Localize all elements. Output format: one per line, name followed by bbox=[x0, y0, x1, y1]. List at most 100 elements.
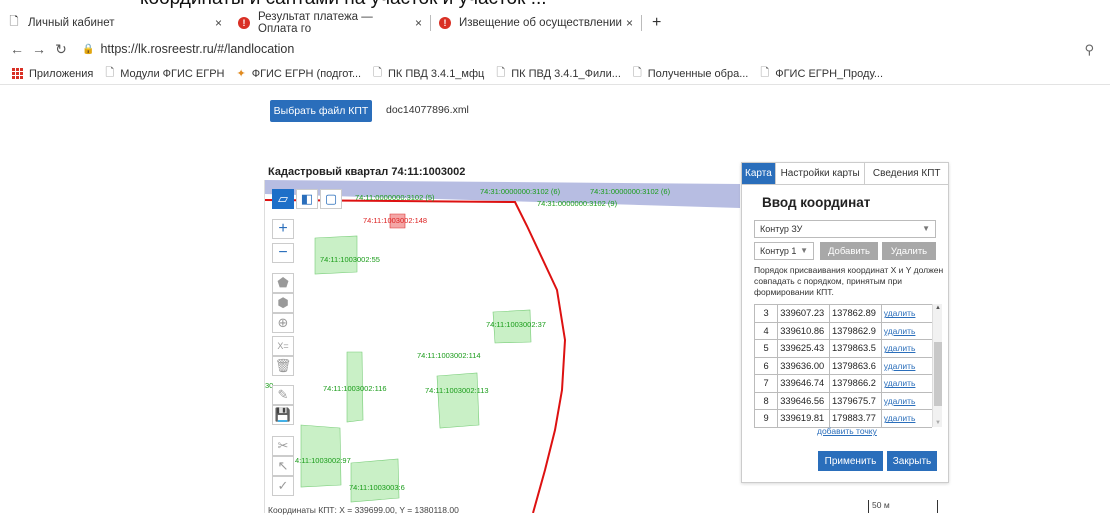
window-icon[interactable]: ▢ bbox=[320, 189, 342, 209]
x-coordinate[interactable]: 339625.43 bbox=[777, 339, 830, 358]
add-contour-button[interactable]: Добавить bbox=[820, 242, 878, 260]
warning-icon: ! bbox=[439, 17, 451, 29]
delete-point-link[interactable]: удалить bbox=[880, 391, 932, 410]
close-icon[interactable]: × bbox=[626, 16, 633, 30]
cropped-heading: координаты и сантами на участок и участо… bbox=[140, 0, 547, 10]
scroll-thumb[interactable] bbox=[934, 342, 942, 406]
page-icon: 🗋 bbox=[373, 67, 382, 79]
zoom-icon[interactable]: ⚲ bbox=[1084, 42, 1094, 58]
contour-type-value: Контур ЗУ bbox=[760, 224, 803, 234]
y-coordinate[interactable]: 1379866.2 bbox=[829, 374, 882, 393]
y-coordinate[interactable]: 1379863.5 bbox=[829, 339, 882, 358]
close-icon[interactable]: × bbox=[415, 16, 422, 30]
trash-icon[interactable]: 🗑 bbox=[272, 356, 294, 376]
bookmark-label: ПК ПВД 3.4.1_мфц bbox=[387, 67, 485, 80]
bookmark-item[interactable]: 🗋 ПК ПВД 3.4.1_Фили... bbox=[496, 64, 621, 83]
red-parcel-label: 74:11:1003002:148 bbox=[363, 216, 427, 225]
tab-label: Результат платежа — Оплата го bbox=[258, 11, 373, 35]
url-field[interactable]: 🔒 https://lk.rosreestr.ru/#/landlocation bbox=[82, 42, 294, 56]
check-icon[interactable]: ✓ bbox=[272, 476, 294, 496]
table-row: 9 339619.81 179883.77 удалить bbox=[753, 409, 932, 428]
bookmark-label: ФГИС ЕГРН_Проду... bbox=[775, 67, 884, 80]
table-row: 5 339625.43 1379863.5 удалить bbox=[753, 339, 932, 358]
edit-polygon-icon[interactable]: ⬢ bbox=[272, 293, 294, 313]
bookmark-apps[interactable]: Приложения bbox=[12, 68, 93, 80]
scissors-icon[interactable]: ✂ bbox=[272, 436, 294, 456]
delete-point-link[interactable]: удалить bbox=[880, 374, 932, 393]
map-canvas[interactable]: 74:11:0000000:3102 (5) 74:31:0000000:310… bbox=[264, 180, 740, 513]
x-coordinate[interactable]: 339636.00 bbox=[777, 356, 830, 375]
apply-button[interactable]: Применить bbox=[818, 451, 883, 471]
x-coordinate[interactable]: 339646.56 bbox=[777, 391, 830, 410]
pencil-icon[interactable]: ✎ bbox=[272, 385, 294, 405]
lock-icon: 🔒 bbox=[82, 43, 95, 55]
road-label-3: 74:31:0000000:3102 (6) bbox=[590, 187, 671, 196]
y-coordinate[interactable]: 1379675.7 bbox=[829, 391, 882, 410]
polygon-select-icon[interactable]: ▱ bbox=[272, 189, 294, 209]
forward-icon[interactable]: → bbox=[28, 41, 50, 57]
table-scrollbar[interactable]: ▲ ▼ bbox=[932, 304, 942, 427]
bookmark-label: Модули ФГИС ЕГРН bbox=[120, 67, 225, 80]
close-icon[interactable]: × bbox=[215, 16, 222, 30]
x-coordinate[interactable]: 339607.23 bbox=[777, 304, 830, 323]
scroll-up-icon[interactable]: ▲ bbox=[935, 305, 941, 311]
tab-kpt-info[interactable]: Сведения КПТ bbox=[865, 163, 948, 184]
draw-polygon-icon[interactable]: ⬟ bbox=[272, 273, 294, 293]
row-number: 4 bbox=[753, 321, 779, 340]
coordinates-icon[interactable]: X= bbox=[272, 336, 294, 356]
contour-number-select[interactable]: Контур 1 ▼ bbox=[754, 242, 814, 260]
reload-icon[interactable]: ↻ bbox=[50, 41, 72, 58]
contour-type-select[interactable]: Контур ЗУ ▼ bbox=[754, 220, 936, 238]
tab-map[interactable]: Карта bbox=[742, 163, 776, 184]
y-coordinate[interactable]: 1379863.6 bbox=[829, 356, 882, 375]
scroll-down-icon[interactable]: ▼ bbox=[935, 420, 941, 426]
y-coordinate[interactable]: 137862.89 bbox=[829, 304, 882, 323]
close-button[interactable]: Закрыть bbox=[887, 451, 937, 471]
table-row: 8 339646.56 1379675.7 удалить bbox=[753, 391, 932, 410]
bookmark-label: ФГИС ЕГРН (подгот... bbox=[251, 67, 362, 80]
save-icon[interactable]: 💾 bbox=[272, 405, 294, 425]
bookmark-item[interactable]: 🗋 Полученные обра... bbox=[633, 64, 748, 83]
bookmark-item[interactable]: ✦ ФГИС ЕГРН (подгот... bbox=[236, 67, 362, 81]
tab-personal-cabinet[interactable]: 🗋 Личный кабинет × bbox=[0, 10, 230, 36]
delete-contour-button[interactable]: Удалить bbox=[882, 242, 936, 260]
apps-icon bbox=[12, 68, 23, 79]
y-coordinate[interactable]: 1379862.9 bbox=[829, 321, 882, 340]
delete-point-link[interactable]: удалить bbox=[880, 356, 932, 375]
zoom-in-icon[interactable]: + bbox=[272, 219, 294, 239]
bookmarks-bar: Приложения 🗋 Модули ФГИС ЕГРН ✦ ФГИС ЕГРН … bbox=[0, 63, 1110, 85]
parcel-113 bbox=[436, 372, 480, 429]
bookmark-item[interactable]: 🗋 Модули ФГИС ЕГРН bbox=[105, 64, 224, 83]
tab-label: Извещение об осуществлении bbox=[459, 17, 622, 29]
tab-payment-result[interactable]: ! Результат платежа — Оплата го × bbox=[230, 10, 430, 36]
url-text: https://lk.rosreestr.ru/#/landlocation bbox=[100, 42, 295, 56]
download-icon[interactable]: ⊕ bbox=[272, 313, 294, 333]
map-title: Кадастровый квартал 74:11:1003002 bbox=[268, 166, 466, 178]
row-number: 8 bbox=[753, 391, 779, 410]
add-point-link[interactable]: добавить точку bbox=[817, 426, 877, 436]
layers-icon[interactable]: ◧ bbox=[296, 189, 318, 209]
x-coordinate[interactable]: 339610.86 bbox=[777, 321, 830, 340]
new-tab-button[interactable]: + bbox=[642, 14, 671, 32]
chevron-down-icon: ▼ bbox=[800, 246, 808, 255]
delete-point-link[interactable]: удалить bbox=[880, 409, 932, 428]
bookmark-item[interactable]: 🗋 ФГИС ЕГРН_Проду... bbox=[760, 64, 883, 83]
tab-map-settings[interactable]: Настройки карты bbox=[776, 163, 866, 184]
coordinate-panel: Карта Настройки карты Сведения КПТ Ввод … bbox=[741, 162, 949, 483]
tab-notice[interactable]: ! Извещение об осуществлении × bbox=[431, 10, 641, 36]
parcel-label-116: 74:11:1003002:116 bbox=[323, 384, 387, 393]
choose-kpt-file-button[interactable]: Выбрать файл КПТ bbox=[270, 100, 372, 122]
back-icon[interactable]: ← bbox=[6, 41, 28, 57]
x-coordinate[interactable]: 339619.81 bbox=[777, 409, 830, 428]
pinwheel-icon: ✦ bbox=[236, 68, 246, 80]
delete-point-link[interactable]: удалить bbox=[880, 339, 932, 358]
delete-point-link[interactable]: удалить bbox=[880, 321, 932, 340]
delete-point-link[interactable]: удалить bbox=[880, 304, 932, 323]
y-coordinate[interactable]: 179883.77 bbox=[829, 409, 882, 428]
zoom-out-icon[interactable]: − bbox=[272, 243, 294, 263]
cursor-icon[interactable]: ↖ bbox=[272, 456, 294, 476]
table-row: 3 339607.23 137862.89 удалить bbox=[753, 304, 932, 323]
x-coordinate[interactable]: 339646.74 bbox=[777, 374, 830, 393]
bookmark-item[interactable]: 🗋 ПК ПВД 3.4.1_мфц bbox=[373, 64, 484, 83]
scale-bar: 50 м bbox=[868, 500, 938, 513]
